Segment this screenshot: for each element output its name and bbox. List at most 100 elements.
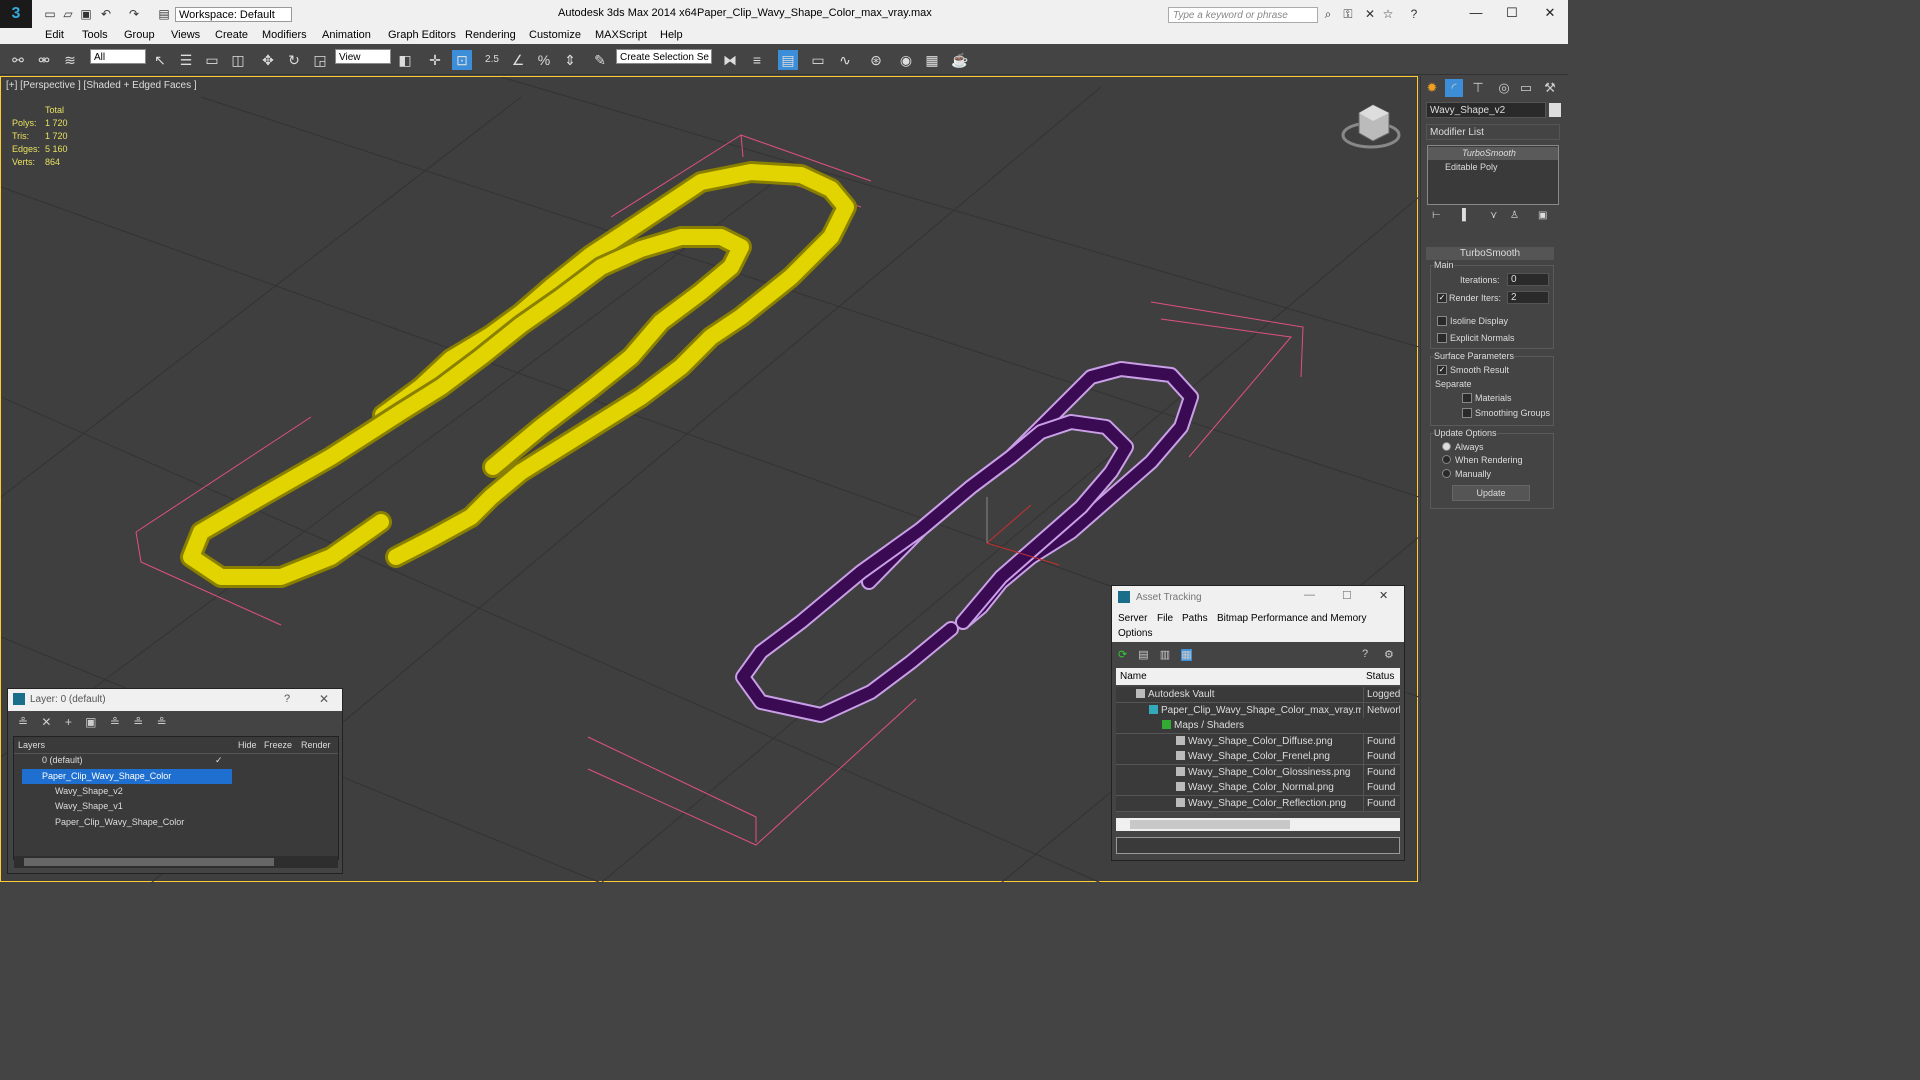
pivot-center-icon[interactable]: ◧ (395, 50, 415, 70)
display-tab-icon[interactable]: ▭ (1517, 79, 1535, 97)
redo-icon[interactable]: ↷ (126, 6, 142, 22)
smoothing-groups-checkbox[interactable] (1462, 408, 1472, 418)
table-view-icon[interactable]: ▦ (1181, 649, 1192, 661)
render-teapot-icon[interactable]: ☕ (950, 50, 970, 70)
menu-help[interactable]: Help (660, 29, 683, 41)
asset-row[interactable]: Wavy_Shape_Color_Diffuse.png Found (1116, 734, 1400, 750)
layer-row[interactable]: Paper_Clip_Wavy_Shape_Color (14, 815, 336, 830)
layer-row[interactable]: 0 (default) ✓ (14, 753, 336, 768)
help-icon[interactable]: ? (1406, 6, 1422, 22)
rotate-icon[interactable]: ↻ (284, 50, 304, 70)
reference-coordinate-dropdown[interactable]: View (335, 49, 391, 64)
modifier-list-dropdown[interactable]: Modifier List (1426, 124, 1560, 140)
minimize-button[interactable]: — (1466, 5, 1486, 20)
window-crossing-icon[interactable]: ◫ (228, 50, 248, 70)
asset-row[interactable]: Wavy_Shape_Color_Frenel.png Found (1116, 749, 1400, 765)
layer-close-button[interactable]: ✕ (319, 692, 329, 706)
new-layer-icon[interactable]: ≗ (18, 715, 28, 729)
spinner-snap-icon[interactable]: ⇕ (560, 50, 580, 70)
menu-views[interactable]: Views (171, 29, 200, 41)
toggle-ribbon-icon[interactable]: ▭ (808, 50, 828, 70)
asset-row[interactable]: Wavy_Shape_Color_Normal.png Found (1116, 780, 1400, 796)
asset-row[interactable]: Wavy_Shape_Color_Glossiness.png Found (1116, 765, 1400, 781)
mirror-icon[interactable]: ⧓ (720, 50, 740, 70)
asset-row[interactable]: Paper_Clip_Wavy_Shape_Color_max_vray.max… (1116, 703, 1400, 719)
menu-graph-editors[interactable]: Graph Editors (388, 29, 456, 41)
menu-tools[interactable]: Tools (82, 29, 108, 41)
percent-snap-icon[interactable]: % (534, 50, 554, 70)
asset-menu-paths[interactable]: Paths (1182, 613, 1208, 624)
select-manipulate-icon[interactable]: ✛ (425, 50, 445, 70)
layer-row-selected[interactable]: Paper_Clip_Wavy_Shape_Color (14, 769, 336, 784)
curve-editor-icon[interactable]: ∿ (835, 50, 855, 70)
save-file-icon[interactable]: ▣ (78, 6, 94, 22)
asset-settings-icon[interactable]: ⚙ (1384, 648, 1394, 661)
freeze-all-layers-icon[interactable]: ≗ (157, 715, 167, 729)
when-rendering-radio[interactable] (1442, 455, 1451, 464)
asset-help-icon[interactable]: ? (1362, 648, 1368, 660)
selection-filter-dropdown[interactable]: All (90, 49, 146, 64)
asset-minimize-button[interactable]: — (1304, 589, 1315, 601)
app-logo-icon[interactable]: 3 (0, 0, 32, 28)
link-icon[interactable]: ⚯ (8, 50, 28, 70)
angle-snap-icon[interactable]: ∠ (508, 50, 528, 70)
menu-group[interactable]: Group (124, 29, 155, 41)
modify-tab-icon[interactable]: ◜ (1445, 79, 1463, 97)
layer-row[interactable]: Wavy_Shape_v2 (14, 784, 336, 799)
rectangular-selection-icon[interactable]: ▭ (202, 50, 222, 70)
refresh-icon[interactable]: ⟳ (1118, 649, 1127, 661)
col-hide[interactable]: Hide (238, 737, 257, 753)
maximize-button[interactable]: ☐ (1502, 5, 1522, 21)
asset-horizontal-scrollbar[interactable] (1116, 818, 1400, 831)
hierarchy-tab-icon[interactable]: ⊤ (1469, 79, 1487, 97)
close-button[interactable]: ✕ (1540, 5, 1560, 21)
search-input[interactable]: Type a keyword or phrase (1168, 7, 1318, 23)
asset-row[interactable]: Maps / Shaders (1116, 718, 1400, 734)
viewport-label[interactable]: [+] [Perspective ] [Shaded + Edged Faces… (6, 80, 197, 91)
col-render[interactable]: Render (301, 737, 331, 753)
remove-modifier-icon[interactable]: ♙ (1510, 210, 1519, 221)
isoline-display-checkbox[interactable] (1437, 316, 1447, 326)
asset-row[interactable]: Wavy_Shape_Color_Reflection.png Found (1116, 796, 1400, 812)
menu-customize[interactable]: Customize (529, 29, 581, 41)
asset-row[interactable]: Autodesk Vault Logged (1116, 687, 1400, 703)
update-button[interactable]: Update (1452, 485, 1530, 501)
keyboard-shortcut-override-icon[interactable]: ⊡ (452, 50, 472, 70)
bind-space-warp-icon[interactable]: ≋ (60, 50, 80, 70)
menu-edit[interactable]: Edit (45, 29, 64, 41)
layer-horizontal-scrollbar[interactable] (14, 856, 338, 868)
col-status[interactable]: Status (1366, 668, 1394, 685)
object-name-field[interactable]: Wavy_Shape_v2 (1426, 102, 1546, 118)
select-by-name-icon[interactable]: ☰ (176, 50, 196, 70)
render-setup-icon[interactable]: ▦ (922, 50, 942, 70)
workspace-dropdown[interactable]: Workspace: Default (175, 7, 292, 22)
iterations-spinner[interactable]: 0 (1507, 273, 1549, 286)
create-tab-icon[interactable]: ✹ (1423, 79, 1441, 97)
tree-view-icon[interactable]: ▥ (1160, 649, 1170, 661)
delete-layer-icon[interactable]: ✕ (41, 715, 51, 729)
hide-all-layers-icon[interactable]: ≗ (133, 715, 143, 729)
pin-stack-icon[interactable]: ⊢ (1432, 210, 1441, 221)
open-file-icon[interactable]: ▱ (60, 6, 76, 22)
edit-named-selection-icon[interactable]: ✎ (590, 50, 610, 70)
unlink-icon[interactable]: ⚮ (34, 50, 54, 70)
make-unique-icon[interactable]: ⋎ (1490, 210, 1497, 221)
asset-menu-options[interactable]: Options (1118, 628, 1152, 639)
snaps-toggle-icon[interactable]: 2.5 (482, 50, 502, 70)
smooth-result-checkbox[interactable]: ✓ (1437, 365, 1447, 375)
move-icon[interactable]: ✥ (258, 50, 278, 70)
object-color-swatch[interactable] (1549, 103, 1561, 117)
asset-maximize-button[interactable]: ☐ (1342, 589, 1352, 602)
menu-maxscript[interactable]: MAXScript (595, 29, 647, 41)
undo-icon[interactable]: ↶ (98, 6, 114, 22)
key-icon[interactable]: ⚿ (1340, 6, 1356, 22)
binoculars-icon[interactable]: ⌕ (1320, 6, 1336, 22)
render-iters-spinner[interactable]: 2 (1507, 291, 1549, 304)
menu-modifiers[interactable]: Modifiers (262, 29, 307, 41)
new-file-icon[interactable]: ▭ (42, 6, 58, 22)
select-object-icon[interactable]: ↖ (150, 50, 170, 70)
menu-create[interactable]: Create (215, 29, 248, 41)
motion-tab-icon[interactable]: ◎ (1495, 79, 1513, 97)
named-selection-sets-dropdown[interactable]: Create Selection Se (616, 49, 712, 64)
materials-checkbox[interactable] (1462, 393, 1472, 403)
